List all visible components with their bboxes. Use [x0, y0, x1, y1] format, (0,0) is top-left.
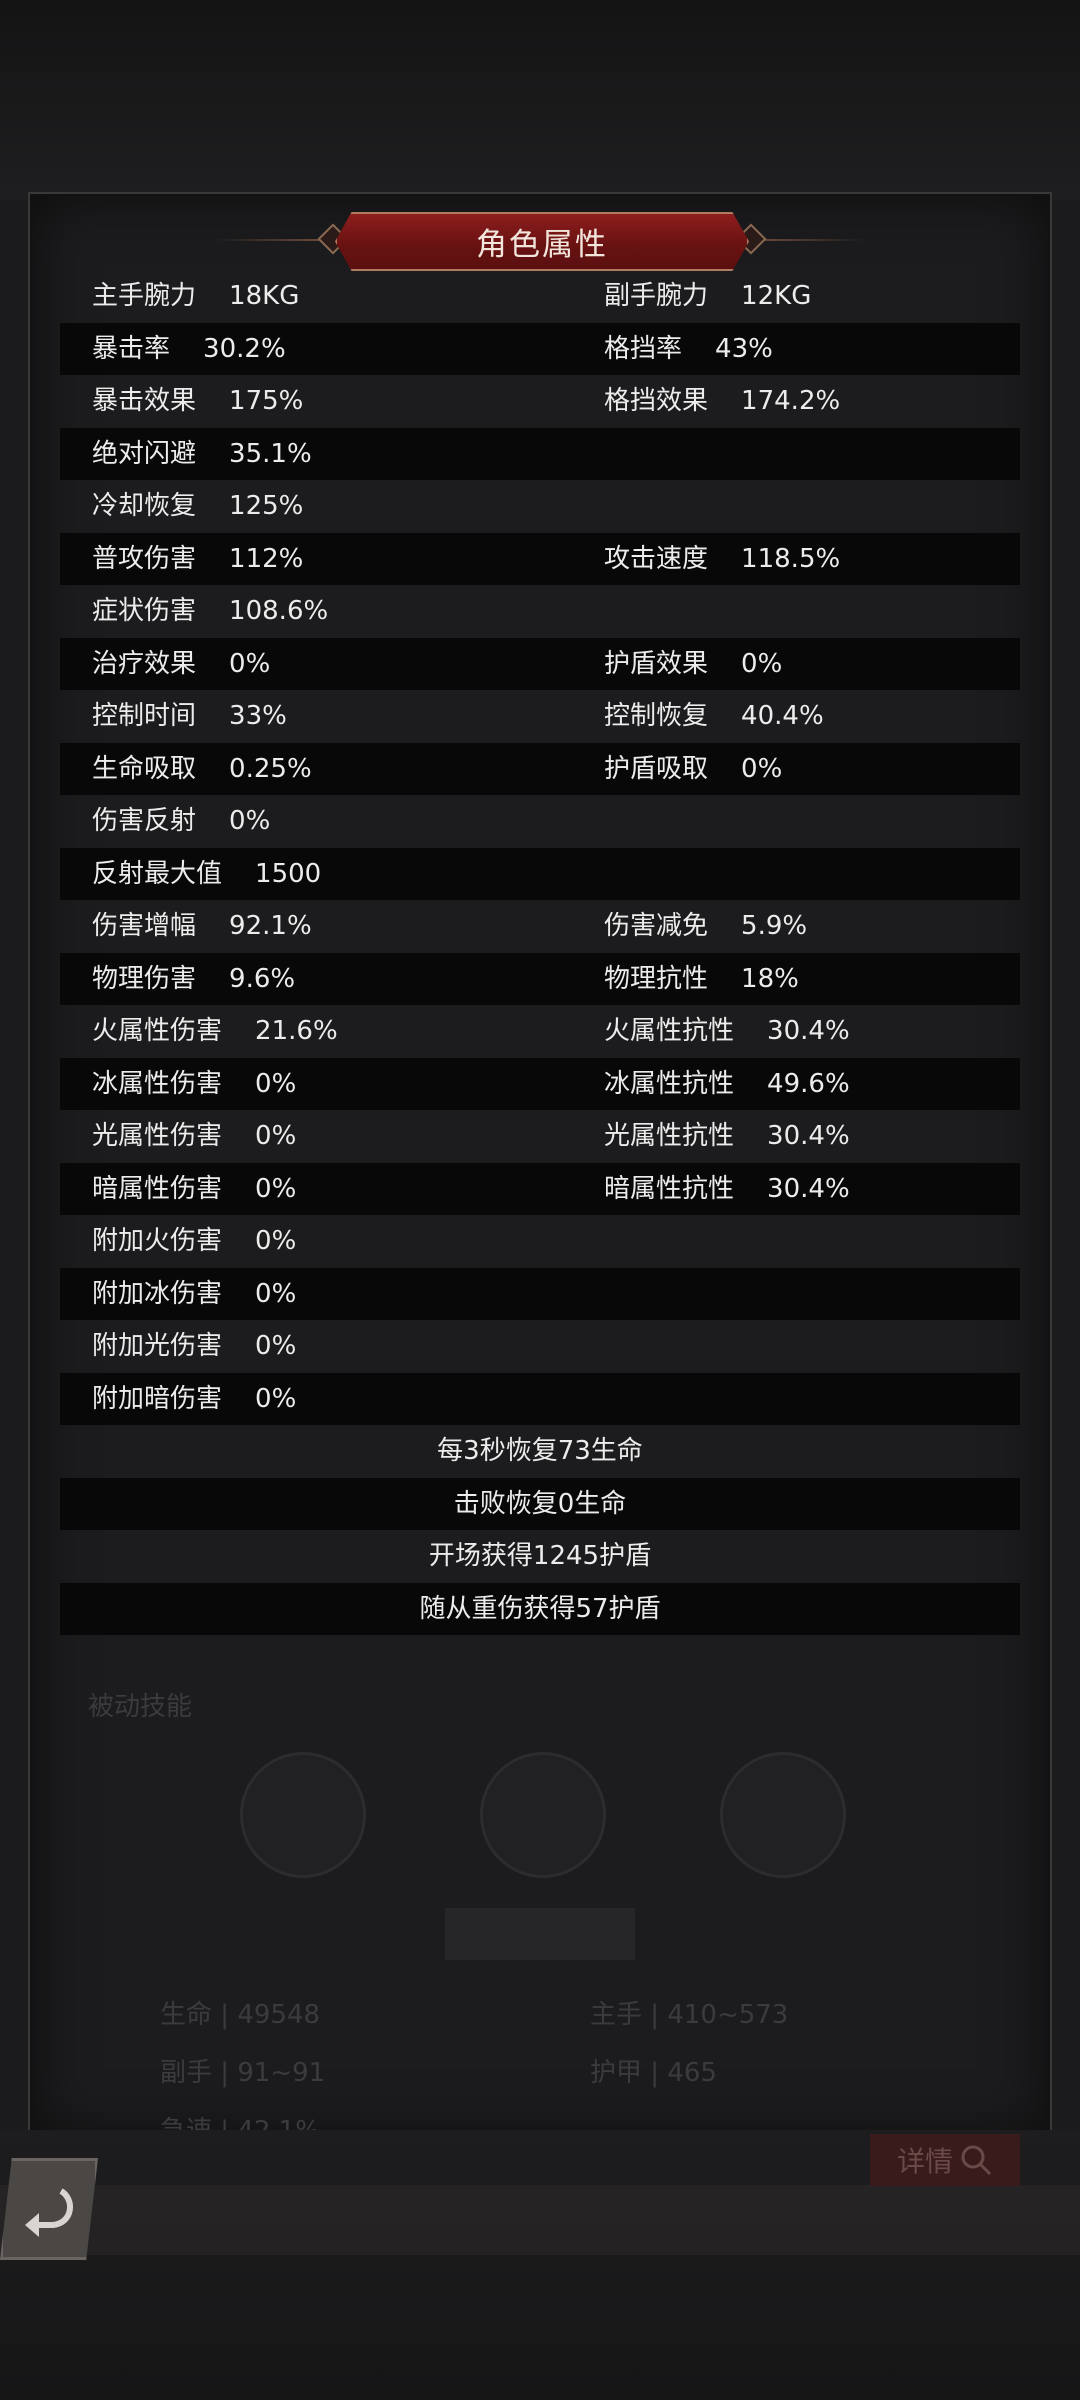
torn-edge-decoration: [0, 2185, 1080, 2255]
attribute-right: 格挡率 43%: [604, 333, 773, 364]
attribute-right: 格挡效果 174.2%: [604, 386, 841, 416]
attribute-row: 伤害反射 0%: [60, 795, 1020, 848]
attribute-left: 普攻伤害 112%: [92, 543, 304, 574]
attribute-row: 附加火伤害 0%: [60, 1215, 1020, 1268]
summary-text: 随从重伤获得57护盾: [419, 1593, 661, 1624]
attribute-row: 伤害增幅 92.1% 伤害减免 5.9%: [60, 900, 1020, 953]
attribute-left: 附加光伤害 0%: [92, 1331, 297, 1361]
attribute-left: 暴击率 30.2%: [92, 333, 286, 364]
attribute-row: 暴击率 30.2% 格挡率 43%: [60, 322, 1020, 375]
title-divider-left: [215, 239, 320, 241]
attribute-right: 护盾吸取 0%: [604, 753, 783, 784]
panel-title: 角色属性: [335, 212, 749, 271]
attribute-row: 物理伤害 9.6% 物理抗性 18%: [60, 952, 1020, 1005]
back-button[interactable]: [0, 2158, 98, 2260]
bg-stat: 护甲 | 465: [590, 2058, 717, 2088]
attribute-right: 冰属性抗性 49.6%: [604, 1068, 850, 1099]
attribute-right: 攻击速度 118.5%: [604, 543, 841, 574]
summary-row: 击败恢复0生命: [60, 1477, 1020, 1530]
attribute-row: 绝对闪避 35.1%: [60, 427, 1020, 480]
attribute-left: 治疗效果 0%: [92, 648, 271, 679]
attribute-left: 主手腕力 18KG: [92, 281, 300, 311]
attribute-right: 控制恢复 40.4%: [604, 701, 824, 731]
faded-button: [445, 1908, 635, 1960]
summary-text: 开场获得1245护盾: [428, 1541, 652, 1571]
background-top: [0, 0, 1080, 200]
attribute-list: 主手腕力 18KG 副手腕力 12KG 暴击率 30.2% 格挡率 43% 暴击效果…: [60, 270, 1020, 1635]
passive-skill-slot: [240, 1752, 366, 1878]
attribute-row: 主手腕力 18KG 副手腕力 12KG: [60, 270, 1020, 323]
attribute-left: 物理伤害 9.6%: [92, 963, 296, 994]
attribute-left: 光属性伤害 0%: [92, 1121, 297, 1151]
attribute-row: 冰属性伤害 0% 冰属性抗性 49.6%: [60, 1057, 1020, 1110]
attribute-row: 火属性伤害 21.6% 火属性抗性 30.4%: [60, 1005, 1020, 1058]
attribute-left: 暴击效果 175%: [92, 386, 304, 416]
summary-row: 每3秒恢复73生命: [60, 1425, 1020, 1478]
attribute-right: 光属性抗性 30.4%: [604, 1121, 850, 1151]
passive-skill-slot: [720, 1752, 846, 1878]
attribute-right: 副手腕力 12KG: [604, 281, 812, 311]
attribute-left: 附加火伤害 0%: [92, 1226, 297, 1256]
attribute-left: 附加冰伤害 0%: [92, 1278, 297, 1309]
attribute-left: 暗属性伤害 0%: [92, 1173, 297, 1204]
attribute-row: 反射最大值 1500: [60, 847, 1020, 900]
bg-stat: 主手 | 410~573: [590, 2000, 789, 2030]
bg-stat: 副手 | 91~91: [160, 2058, 326, 2088]
back-arrow-icon: [25, 2188, 73, 2237]
attribute-left: 火属性伤害 21.6%: [92, 1016, 338, 1046]
attribute-row: 暗属性伤害 0% 暗属性抗性 30.4%: [60, 1162, 1020, 1215]
attribute-row: 冷却恢复 125%: [60, 480, 1020, 533]
attribute-row: 普攻伤害 112% 攻击速度 118.5%: [60, 532, 1020, 585]
attribute-right: 火属性抗性 30.4%: [604, 1016, 850, 1046]
attribute-row: 生命吸取 0.25% 护盾吸取 0%: [60, 742, 1020, 795]
attribute-left: 生命吸取 0.25%: [92, 753, 312, 784]
attribute-left: 伤害反射 0%: [92, 806, 271, 836]
passive-skills-label: 被动技能: [88, 1692, 193, 1722]
attribute-left: 症状伤害 108.6%: [92, 596, 329, 626]
attribute-left: 绝对闪避 35.1%: [92, 438, 312, 469]
attribute-right: 物理抗性 18%: [604, 963, 799, 994]
attribute-row: 暴击效果 175% 格挡效果 174.2%: [60, 375, 1020, 428]
attribute-left: 冰属性伤害 0%: [92, 1068, 297, 1099]
attribute-row: 症状伤害 108.6%: [60, 585, 1020, 638]
summary-row: 随从重伤获得57护盾: [60, 1582, 1020, 1635]
attribute-row: 光属性伤害 0% 光属性抗性 30.4%: [60, 1110, 1020, 1163]
attribute-left: 冷却恢复 125%: [92, 491, 304, 521]
attribute-right: 伤害减免 5.9%: [604, 911, 808, 941]
attribute-left: 反射最大值 1500: [92, 858, 322, 889]
bg-stat: 生命 | 49548: [160, 2000, 321, 2030]
attribute-row: 治疗效果 0% 护盾效果 0%: [60, 637, 1020, 690]
detail-label: 详情: [896, 2145, 953, 2178]
attribute-left: 伤害增幅 92.1%: [92, 911, 312, 941]
attribute-right: 护盾效果 0%: [604, 648, 783, 679]
attribute-row: 附加光伤害 0%: [60, 1320, 1020, 1373]
attribute-row: 控制时间 33% 控制恢复 40.4%: [60, 690, 1020, 743]
passive-skill-slot: [480, 1752, 606, 1878]
summary-row: 开场获得1245护盾: [60, 1530, 1020, 1583]
summary-text: 每3秒恢复73生命: [437, 1436, 643, 1466]
detail-button[interactable]: 详情: [870, 2134, 1020, 2186]
title-divider-right: [760, 239, 865, 241]
summary-text: 击败恢复0生命: [453, 1488, 627, 1519]
magnifier-icon: [961, 2145, 992, 2176]
attribute-right: 暗属性抗性 30.4%: [604, 1173, 850, 1204]
attribute-left: 控制时间 33%: [92, 701, 287, 731]
attribute-row: 附加暗伤害 0%: [60, 1372, 1020, 1425]
attribute-left: 附加暗伤害 0%: [92, 1383, 297, 1414]
attribute-row: 附加冰伤害 0%: [60, 1267, 1020, 1320]
